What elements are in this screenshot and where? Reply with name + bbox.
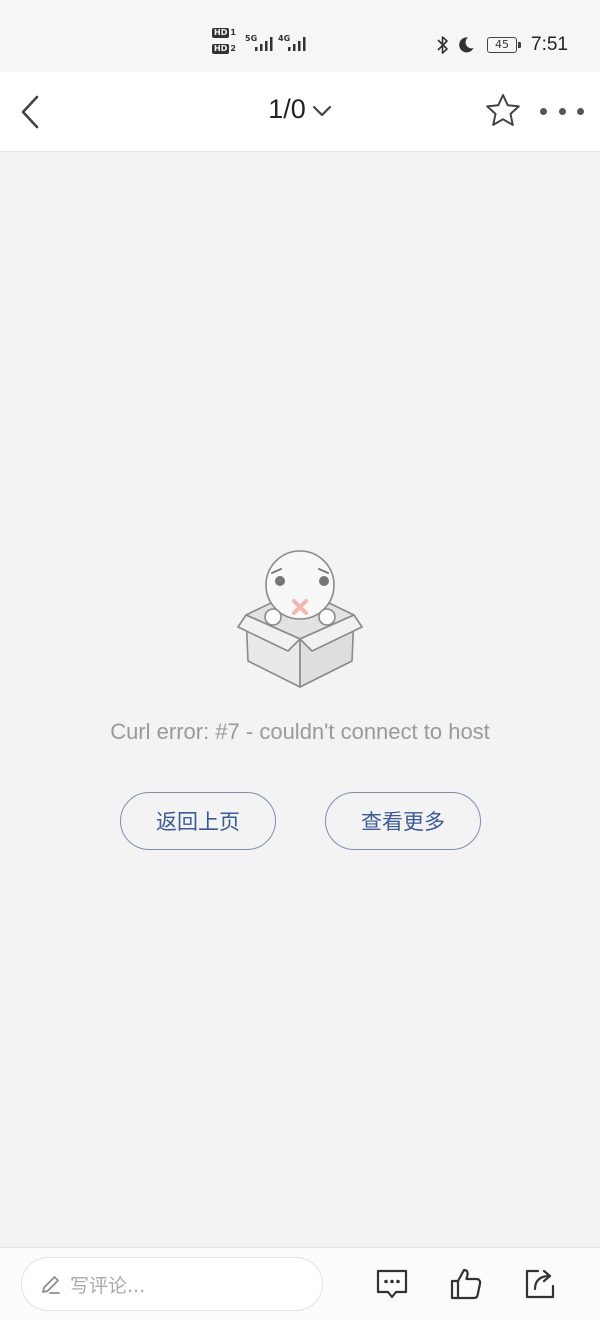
status-right: 45 7:51 [437, 30, 568, 60]
thumbs-up-icon[interactable] [448, 1266, 484, 1302]
star-icon[interactable] [484, 92, 522, 130]
status-bar: HD 1 HD 2 5G 4G 45 7:51 [0, 0, 600, 72]
more-options-button[interactable] [540, 96, 584, 126]
go-back-button[interactable]: 返回上页 [120, 792, 276, 850]
pencil-icon [42, 1276, 60, 1294]
hd-sim1: HD 1 [212, 28, 236, 38]
page-title: 1/0 [268, 94, 306, 124]
more-dot [540, 107, 547, 115]
chevron-down-icon [312, 105, 331, 116]
bottom-bar: 写评论... [0, 1247, 600, 1320]
empty-box-illustration [237, 550, 363, 688]
more-dot [558, 107, 566, 115]
hd-indicators: HD 1 HD 2 [212, 28, 240, 60]
more-dot [577, 107, 584, 115]
signal-bars-icon [255, 37, 273, 51]
battery-icon: 45 [487, 37, 522, 53]
comment-input[interactable]: 写评论... [21, 1257, 323, 1311]
nav-bar: 1/0 [0, 72, 600, 152]
share-icon[interactable] [522, 1266, 558, 1302]
comment-icon[interactable] [374, 1266, 410, 1302]
hd-sim2: HD 2 [212, 44, 236, 54]
view-more-button[interactable]: 查看更多 [325, 792, 481, 850]
signal-bars-icon [288, 37, 306, 51]
content-area: Curl error: #7 - couldn't connect to hos… [0, 153, 600, 1247]
bluetooth-icon [437, 36, 448, 54]
comment-placeholder: 写评论... [70, 1274, 146, 1297]
moon-icon [459, 37, 474, 53]
error-message: Curl error: #7 - couldn't connect to hos… [110, 719, 490, 744]
signal-sim2: 4G [278, 34, 308, 54]
clock: 7:51 [531, 34, 568, 55]
signal-sim1: 5G [245, 34, 275, 54]
